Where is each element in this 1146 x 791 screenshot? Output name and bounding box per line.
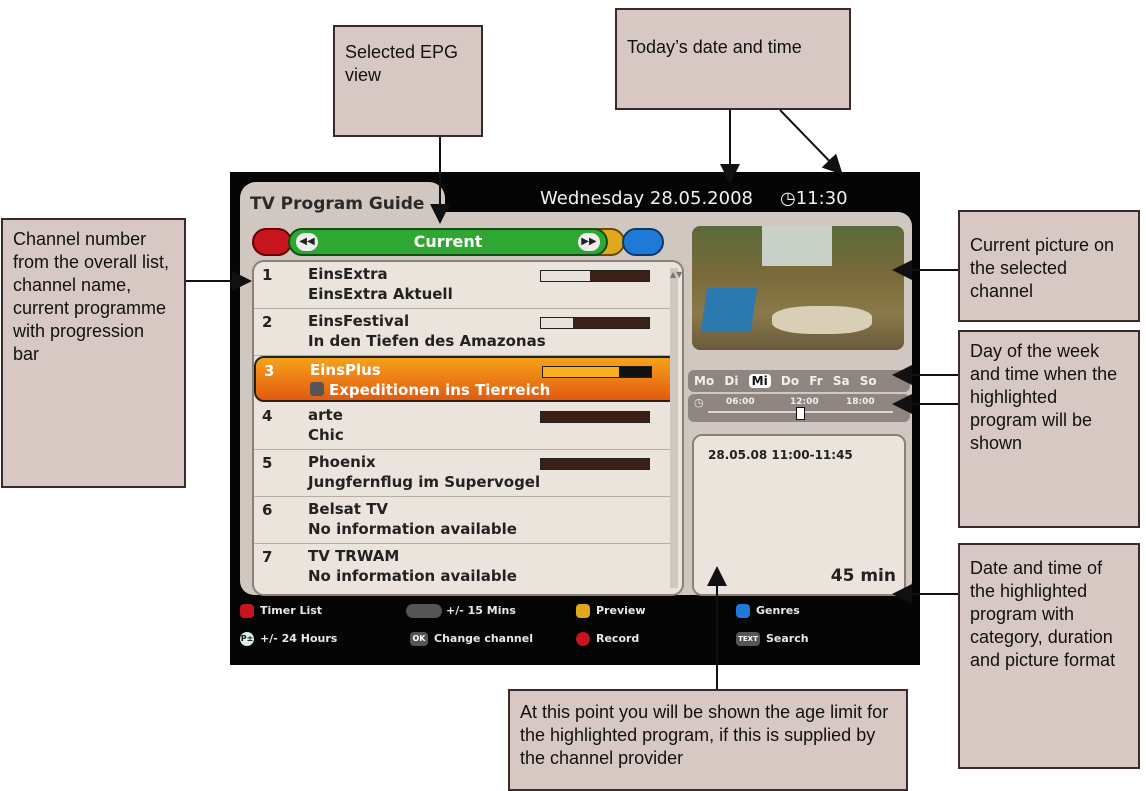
callout-arrows	[186, 109, 958, 689]
arrow-time	[779, 109, 843, 175]
